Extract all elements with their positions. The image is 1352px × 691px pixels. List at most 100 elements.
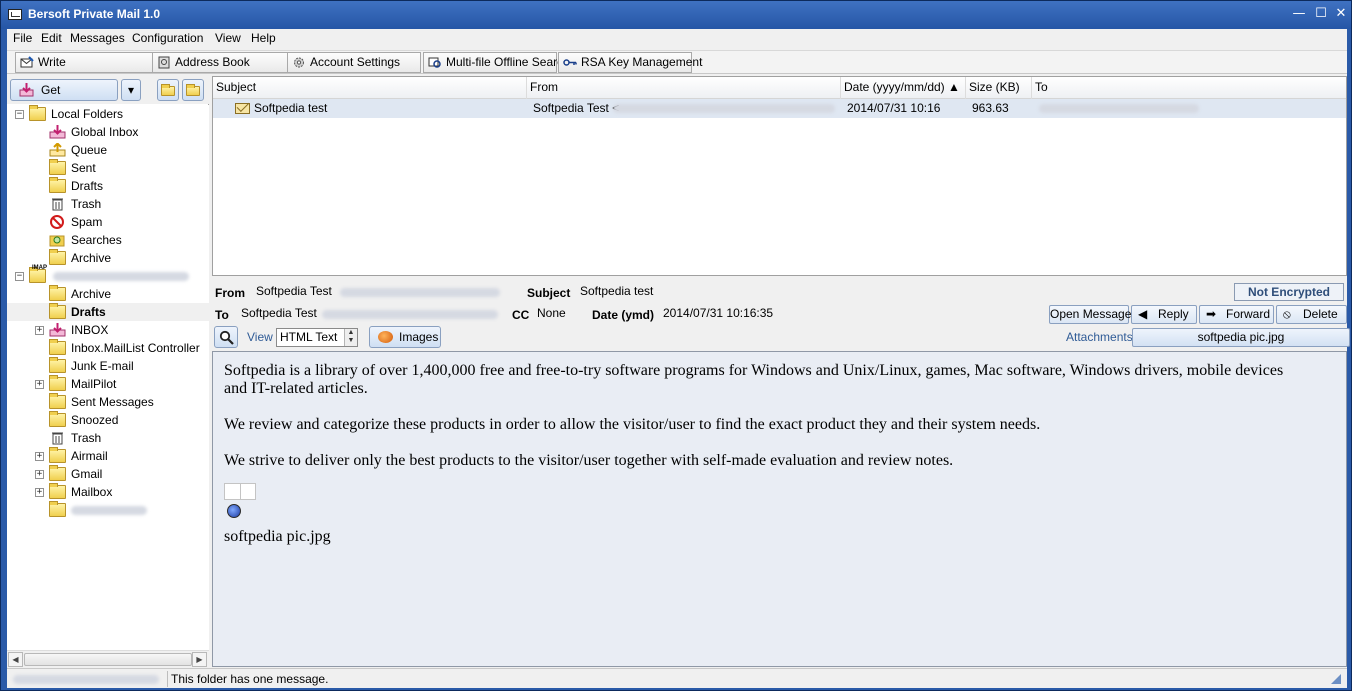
write-icon [20,56,34,68]
attachment-file-button[interactable]: softpedia pic.jpg [1132,328,1350,347]
tree-label: Junk E-mail [71,359,134,373]
scroll-right-button[interactable]: ▶ [192,652,207,667]
cc-value: None [537,306,566,320]
folder-horizontal-scrollbar[interactable]: ◀ ▶ [7,650,209,667]
image-caption: softpedia pic.jpg [224,528,331,545]
account-settings-label: Account Settings [310,55,401,69]
expand-mailpilot[interactable]: + [35,380,44,389]
menu-messages[interactable]: Messages [70,31,125,45]
folder-icon [49,411,66,427]
body-paragraph-1: Softpedia is a library of over 1,400,000… [224,362,1284,397]
magnifier-icon [219,330,234,345]
scroll-left-button[interactable]: ◀ [8,652,23,667]
column-date[interactable]: Date (yyyy/mm/dd) ▲ [841,77,966,99]
spam-icon [50,215,64,229]
rsa-key-button[interactable]: RSA Key Management [558,52,702,73]
window-title: Bersoft Private Mail 1.0 [28,7,161,21]
get-messages-button[interactable]: Get Messages [10,79,118,117]
open-folder-button[interactable] [182,79,204,101]
status-divider [167,671,168,687]
expand-inbox[interactable]: + [35,326,44,335]
image-cell [224,483,241,500]
tree-label: Spam [71,215,103,229]
write-label: Write [38,55,66,69]
reply-button[interactable]: ◀ Reply [1131,305,1197,324]
minimize-button[interactable]: — [1288,6,1310,23]
tree-label: Drafts [71,305,106,319]
title-bar[interactable]: Bersoft Private Mail 1.0 — ☐ ✕ [1,1,1351,29]
resize-grip-icon[interactable] [1331,674,1341,684]
column-from[interactable]: From [527,77,841,99]
inline-image-placeholder[interactable] [224,483,256,523]
zoom-button[interactable] [214,326,238,348]
folder-icon [49,159,66,175]
account-settings-button[interactable]: Account Settings [287,52,421,73]
expand-gmail[interactable]: + [35,470,44,479]
redacted-from-email [340,288,500,297]
tree-label: Trash [71,197,102,211]
tree-label: Gmail [71,467,103,481]
delete-button[interactable]: ⦸ Delete [1276,305,1347,324]
table-row[interactable]: Softpedia test Softpedia Test < 2014/07/… [213,99,1346,118]
menu-file[interactable]: File [13,31,32,45]
write-button[interactable]: Write [15,52,153,73]
tree-imap-account[interactable]: IMAP [29,265,199,285]
from-value: Softpedia Test [256,284,332,298]
column-subject[interactable]: Subject [213,77,527,99]
menu-edit[interactable]: Edit [41,31,62,45]
folder-icon [49,357,66,373]
images-button[interactable]: Images [369,326,441,348]
row-subject: Softpedia test [254,101,328,115]
forward-icon: ➡ [1206,307,1217,321]
collapse-local-folders[interactable]: − [15,110,24,119]
search-icon [428,57,441,68]
rsa-key-label: RSA Key Management [581,55,703,69]
folder-icon [29,105,46,121]
trash-icon [52,432,63,445]
tree-label: Trash [71,431,102,445]
tree-label: Archive [71,251,112,265]
tree-redacted-folder[interactable] [49,501,199,519]
folder-icon [49,375,66,391]
expand-airmail[interactable]: + [35,452,44,461]
imap-folder-icon [29,267,46,283]
folder-tree: − Local Folders Global Inbox Queue Sent [7,105,209,650]
close-button[interactable]: ✕ [1330,6,1352,23]
menu-help[interactable]: Help [251,31,276,45]
tree-label: MailPilot [71,377,117,391]
main-toolbar: Write Address Book Account Settings Mult… [7,50,1347,74]
message-body[interactable]: Softpedia is a library of over 1,400,000… [212,351,1347,667]
menu-view[interactable]: View [215,31,241,45]
row-date: 2014/07/31 10:16 [847,101,941,115]
reply-label: Reply [1158,307,1189,321]
collapse-imap-account[interactable]: − [15,272,24,281]
attachments-label: Attachments [1066,330,1133,344]
offline-search-label: Multi-file Offline Search [446,55,570,69]
maximize-button[interactable]: ☐ [1310,6,1332,23]
tree-label: Airmail [71,449,108,463]
message-header-panel: From Softpedia Test Subject Softpedia te… [212,279,1350,348]
new-folder-button[interactable] [157,79,179,101]
scroll-thumb[interactable] [24,653,192,666]
get-messages-dropdown[interactable]: ▾ [121,79,141,101]
open-message-button[interactable]: Open Message [1049,305,1131,324]
column-size[interactable]: Size (KB) [966,77,1032,99]
status-message: This folder has one message. [171,672,329,686]
view-mode-spinner[interactable]: ▲ ▼ [344,329,357,346]
to-value: Softpedia Test [241,306,317,320]
folder-icon [161,84,175,96]
folder-icon [49,249,66,265]
menu-configuration[interactable]: Configuration [132,31,203,45]
folder-icon [49,303,66,319]
date-value: 2014/07/31 10:16:35 [663,306,774,320]
inbox-download-icon [19,83,34,97]
forward-button[interactable]: ➡ Forward [1199,305,1274,324]
offline-search-button[interactable]: Multi-file Offline Search [423,52,570,73]
column-to[interactable]: To [1032,77,1346,99]
redacted-folder-name [71,506,147,515]
spin-up-icon: ▲ [347,329,355,336]
expand-mailbox[interactable]: + [35,488,44,497]
folder-open-icon [186,84,200,96]
view-mode-select[interactable]: HTML Text ▲ ▼ [276,328,358,347]
app-window: Bersoft Private Mail 1.0 — ☐ ✕ File Edit… [0,0,1352,691]
